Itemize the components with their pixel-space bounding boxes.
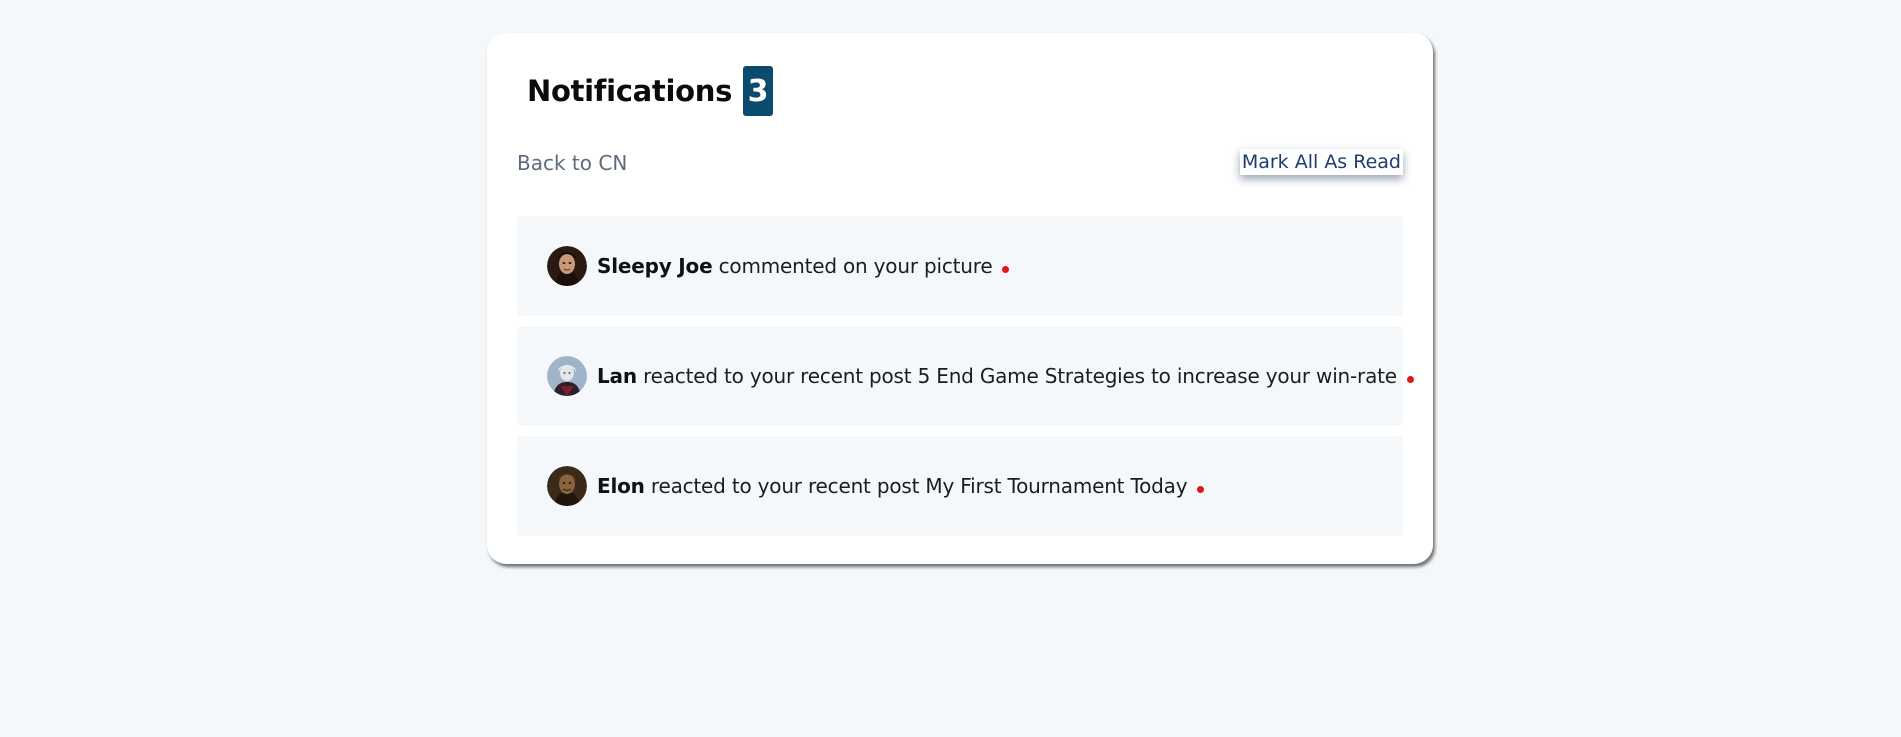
user-avatar-dark-hooded-icon[interactable]: [547, 246, 587, 286]
unread-count-badge: 3: [743, 66, 774, 116]
mark-all-read-button[interactable]: Mark All As Read: [1239, 149, 1403, 175]
back-link[interactable]: Back to CN: [517, 151, 627, 175]
notification-item[interactable]: Elon reacted to your recent post My Firs…: [517, 436, 1403, 536]
notification-user-name[interactable]: Sleepy Joe: [597, 254, 713, 278]
notification-list: Sleepy Joe commented on your picture Lan…: [517, 216, 1414, 546]
notification-action: reacted to your recent post 5 End Game S…: [643, 364, 1397, 388]
unread-indicator: [1406, 376, 1414, 383]
notification-text: Elon reacted to your recent post My Firs…: [597, 474, 1205, 498]
notification-text: Sleepy Joe commented on your picture: [597, 254, 1010, 278]
user-avatar-light-icon[interactable]: [547, 356, 587, 396]
notification-item[interactable]: Sleepy Joe commented on your picture: [517, 216, 1403, 316]
actions-bar: Back to CN Mark All As Read: [517, 149, 1403, 181]
user-avatar-brown-icon[interactable]: [547, 466, 587, 506]
notification-action: reacted to your recent post My First Tou…: [650, 474, 1188, 498]
notifications-header: Notifications 3: [527, 66, 774, 116]
notifications-panel: Notifications 3 Back to CN Mark All As R…: [487, 33, 1433, 564]
unread-indicator: [1002, 266, 1010, 273]
unread-indicator: [1197, 486, 1205, 493]
notification-text: Lan reacted to your recent post 5 End Ga…: [597, 364, 1414, 388]
page-title: Notifications: [527, 74, 733, 108]
notification-action: commented on your picture: [718, 254, 993, 278]
notification-user-name[interactable]: Elon: [597, 474, 645, 498]
notification-user-name[interactable]: Lan: [597, 364, 637, 388]
notification-item[interactable]: Lan reacted to your recent post 5 End Ga…: [517, 326, 1414, 426]
